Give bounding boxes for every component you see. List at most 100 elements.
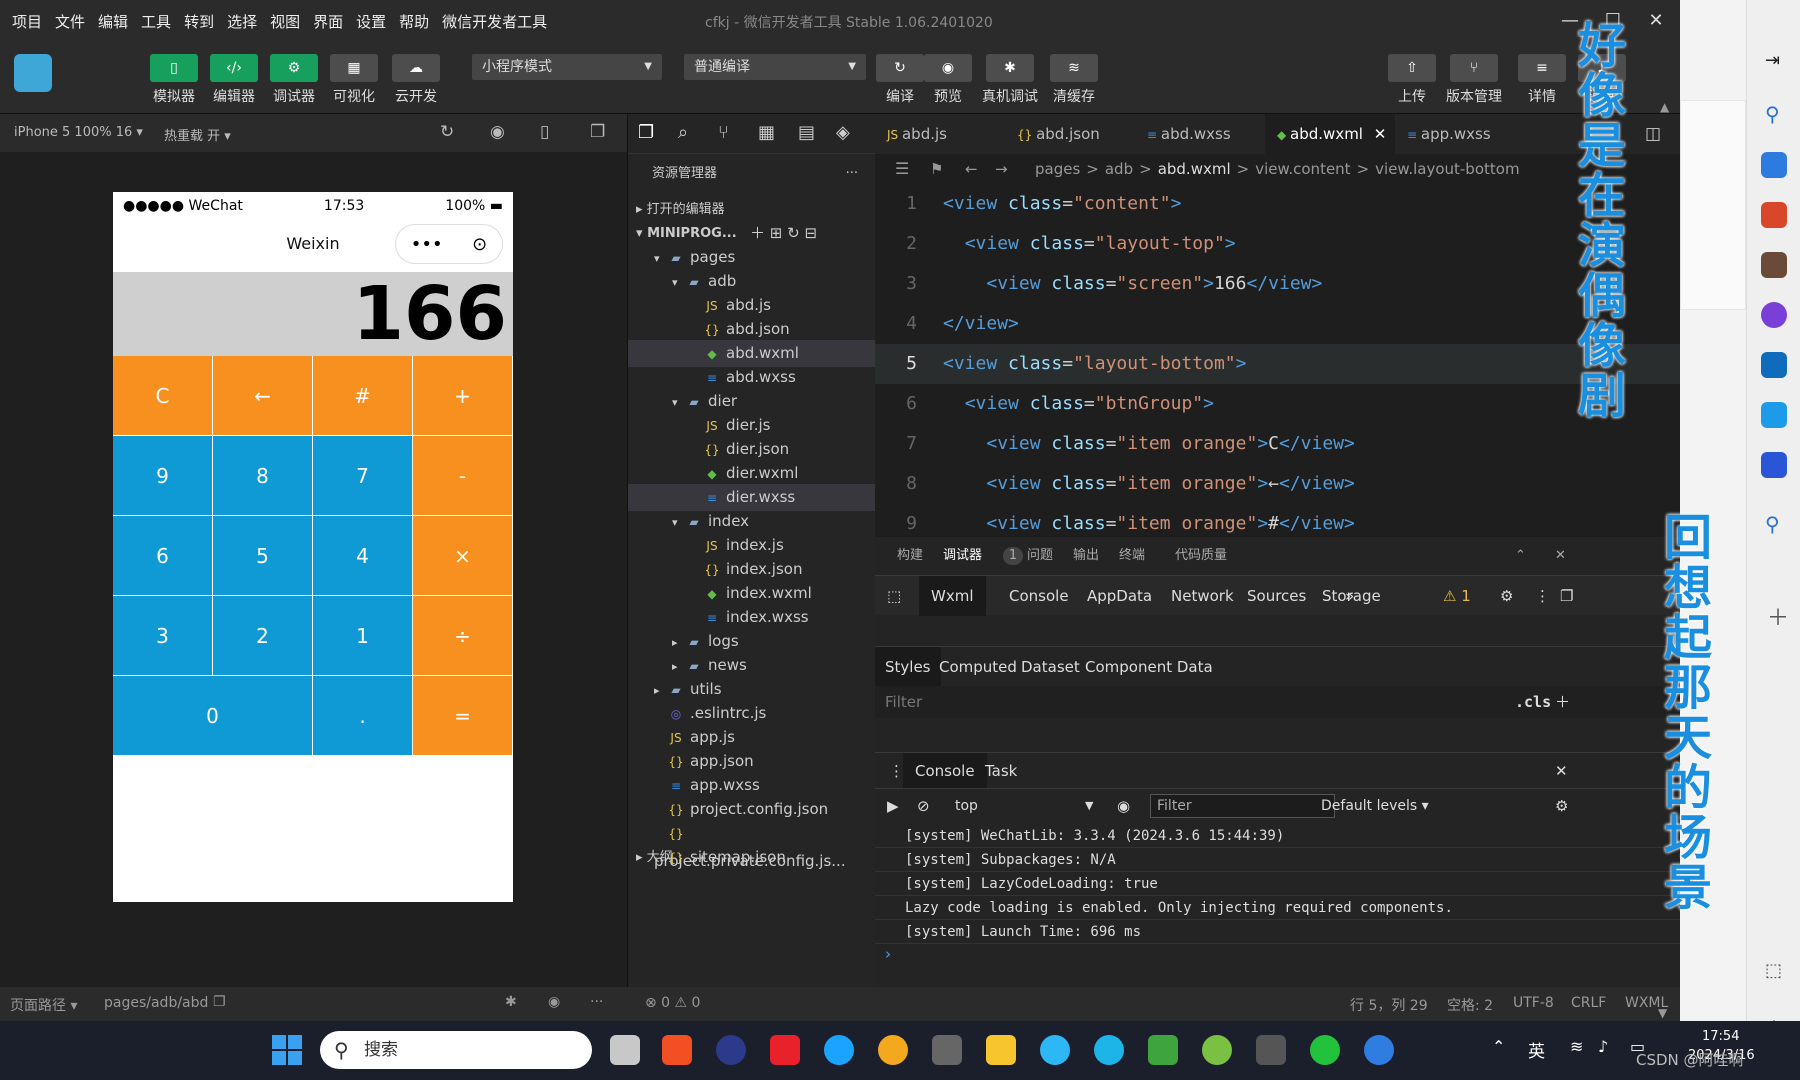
file-tree-item[interactable]: {}project.private.config.js... [628, 820, 876, 870]
calc-key[interactable]: × [413, 516, 513, 596]
eye-icon[interactable]: ◉ [548, 994, 560, 1010]
feishu-icon[interactable] [1364, 1035, 1394, 1065]
cat-app-icon[interactable] [878, 1035, 908, 1065]
upload-button[interactable]: ⇧ 上传 [1388, 54, 1436, 106]
menu-item[interactable]: 界面 [313, 11, 343, 32]
send-icon[interactable] [1761, 402, 1787, 428]
file-tree-item[interactable]: ◆ dier.wxml [628, 460, 876, 487]
breadcrumb-item[interactable]: view.layout-bottom [1375, 160, 1519, 178]
k-app-icon[interactable] [824, 1035, 854, 1065]
panel-tab[interactable]: 终端 [1119, 537, 1145, 575]
styles-tab[interactable]: Component Data [1085, 647, 1213, 687]
tab-abd-wxml[interactable]: ◆ abd.wxml ✕ [1265, 114, 1395, 154]
context-select[interactable]: top [955, 789, 978, 823]
levels-select[interactable]: Default levels ▾ [1321, 789, 1429, 823]
clear-icon[interactable]: ⊘ [917, 789, 930, 823]
clear-cache-button[interactable]: ≋ 清缓存 [1050, 54, 1098, 106]
cloud-button[interactable]: ☁ 云开发 [392, 54, 440, 106]
wifi-icon[interactable]: ≋ [1570, 1037, 1583, 1056]
tag-icon[interactable] [1761, 152, 1787, 178]
encoding[interactable]: UTF-8 [1513, 995, 1554, 1011]
cls-toggle[interactable]: .cls [1515, 686, 1551, 718]
chess-icon[interactable] [1761, 252, 1787, 278]
toolbox-icon[interactable] [1761, 202, 1787, 228]
preview-button[interactable]: ◉ 预览 [924, 54, 972, 106]
menu-item[interactable]: 项目 [12, 11, 42, 32]
code-line[interactable]: 5 <view class="layout-bottom"> [875, 344, 1680, 384]
code-line[interactable]: 7 <view class="item orange">C</view> [875, 424, 1680, 464]
file-tree-item[interactable]: ▾ ▰ dier [628, 388, 876, 415]
devtools-app-icon[interactable] [1256, 1035, 1286, 1065]
copy-icon[interactable]: ❐ [213, 994, 226, 1010]
search-icon[interactable]: ⚲ [1765, 102, 1780, 126]
calc-key[interactable]: 2 [213, 596, 313, 676]
file-tree-item[interactable]: {} index.json [628, 556, 876, 583]
code-line[interactable]: 3 <view class="screen">166</view> [875, 264, 1680, 304]
storage-icon[interactable]: ▤ [798, 122, 815, 143]
devtools-tab[interactable]: Network [1171, 576, 1234, 616]
panel-tab[interactable]: 构建 [897, 537, 923, 575]
device-select[interactable]: iPhone 5 100% 16 ▾ [14, 125, 143, 140]
outlook-icon[interactable] [1761, 352, 1787, 378]
folder-icon[interactable] [986, 1035, 1016, 1065]
clock-time[interactable]: 17:54 [1702, 1029, 1739, 1044]
close-icon[interactable]: ✕ [1641, 6, 1671, 36]
red-app-icon[interactable] [770, 1035, 800, 1065]
toolbar-icons[interactable]: ＋ ⊞ ↻ ⊟ [750, 220, 817, 247]
devtools-tab[interactable]: Sources [1247, 576, 1306, 616]
tools-icon[interactable] [932, 1035, 962, 1065]
menu-item[interactable]: 设置 [356, 11, 386, 32]
kebab-icon[interactable]: ⋮ [1535, 576, 1550, 616]
file-tree-item[interactable]: ≡ app.wxss [628, 772, 876, 799]
calc-key[interactable]: . [313, 676, 413, 756]
filter-input[interactable]: Filter [885, 686, 922, 718]
file-tree-item[interactable]: {} app.json [628, 748, 876, 775]
add-icon[interactable]: ＋ [1767, 600, 1789, 632]
scroll-down-icon[interactable]: ▼ [1658, 1006, 1667, 1020]
bookmark-icon[interactable]: ⚑ [930, 154, 943, 184]
screenshot-icon[interactable]: ⬚ [1765, 960, 1782, 981]
tab-abd-json[interactable]: {} abd.json [1005, 114, 1135, 154]
calc-key[interactable]: ÷ [413, 596, 513, 676]
calc-key[interactable]: ← [213, 356, 313, 436]
menu-item[interactable]: 微信开发者工具 [442, 11, 547, 32]
file-tree-item[interactable]: ▾ ▰ index [628, 508, 876, 535]
indent-setting[interactable]: 空格: 2 [1447, 995, 1493, 1015]
list-icon[interactable]: ☰ [895, 154, 909, 184]
simulator-button[interactable]: ▯ 模拟器 [150, 54, 198, 106]
breadcrumb-item[interactable]: adb [1105, 160, 1133, 178]
code-line[interactable]: 4 </view> [875, 304, 1680, 344]
file-tree-item[interactable]: ▾ ▰ pages [628, 244, 876, 271]
search-icon[interactable]: ⌕ [678, 122, 688, 143]
compile-select[interactable]: 普通编译 ▼ [684, 54, 866, 80]
calc-key[interactable]: 8 [213, 436, 313, 516]
gear-icon[interactable]: ⚙ [1555, 789, 1568, 823]
tab-app-wxss[interactable]: ≡ app.wxss [1395, 114, 1505, 154]
copilot-icon[interactable] [1761, 302, 1787, 328]
file-tree-item[interactable]: {} dier.json [628, 436, 876, 463]
tab-task[interactable]: Task [985, 753, 1017, 789]
warning-count[interactable]: ⚠ 1 [1443, 576, 1471, 616]
chevron-up-icon[interactable]: ⌃ [1492, 1037, 1505, 1056]
menu-item[interactable]: 视图 [270, 11, 300, 32]
problems-count[interactable]: ⊗ 0 ⚠ 0 [645, 995, 700, 1011]
code-line[interactable]: 6 <view class="btnGroup"> [875, 384, 1680, 424]
sidebar-icon[interactable]: ▶ [887, 789, 899, 823]
refresh-icon[interactable]: ↻ [440, 122, 454, 142]
gear-icon[interactable]: ⚙ [1500, 576, 1513, 616]
calc-key[interactable]: 0 [113, 676, 313, 756]
menu-item[interactable]: 帮助 [399, 11, 429, 32]
devtools-tab[interactable]: Wxml [919, 576, 986, 616]
panel-tab[interactable]: 代码质量 [1175, 537, 1227, 575]
mode-select[interactable]: 小程序模式 ▼ [472, 54, 662, 80]
calc-key[interactable]: 5 [213, 516, 313, 596]
close-icon[interactable]: ✕ [1555, 753, 1568, 789]
calc-key[interactable]: 7 [313, 436, 413, 516]
calc-key[interactable]: # [313, 356, 413, 436]
eye-icon[interactable]: ◉ [1117, 789, 1130, 823]
panel-tab[interactable]: 输出 [1073, 537, 1099, 575]
volume-icon[interactable]: ♪ [1598, 1037, 1608, 1056]
more-icon[interactable]: ••• [411, 234, 443, 255]
calc-key[interactable]: = [413, 676, 513, 756]
tab-abd-js[interactable]: JS abd.js [875, 114, 1005, 154]
